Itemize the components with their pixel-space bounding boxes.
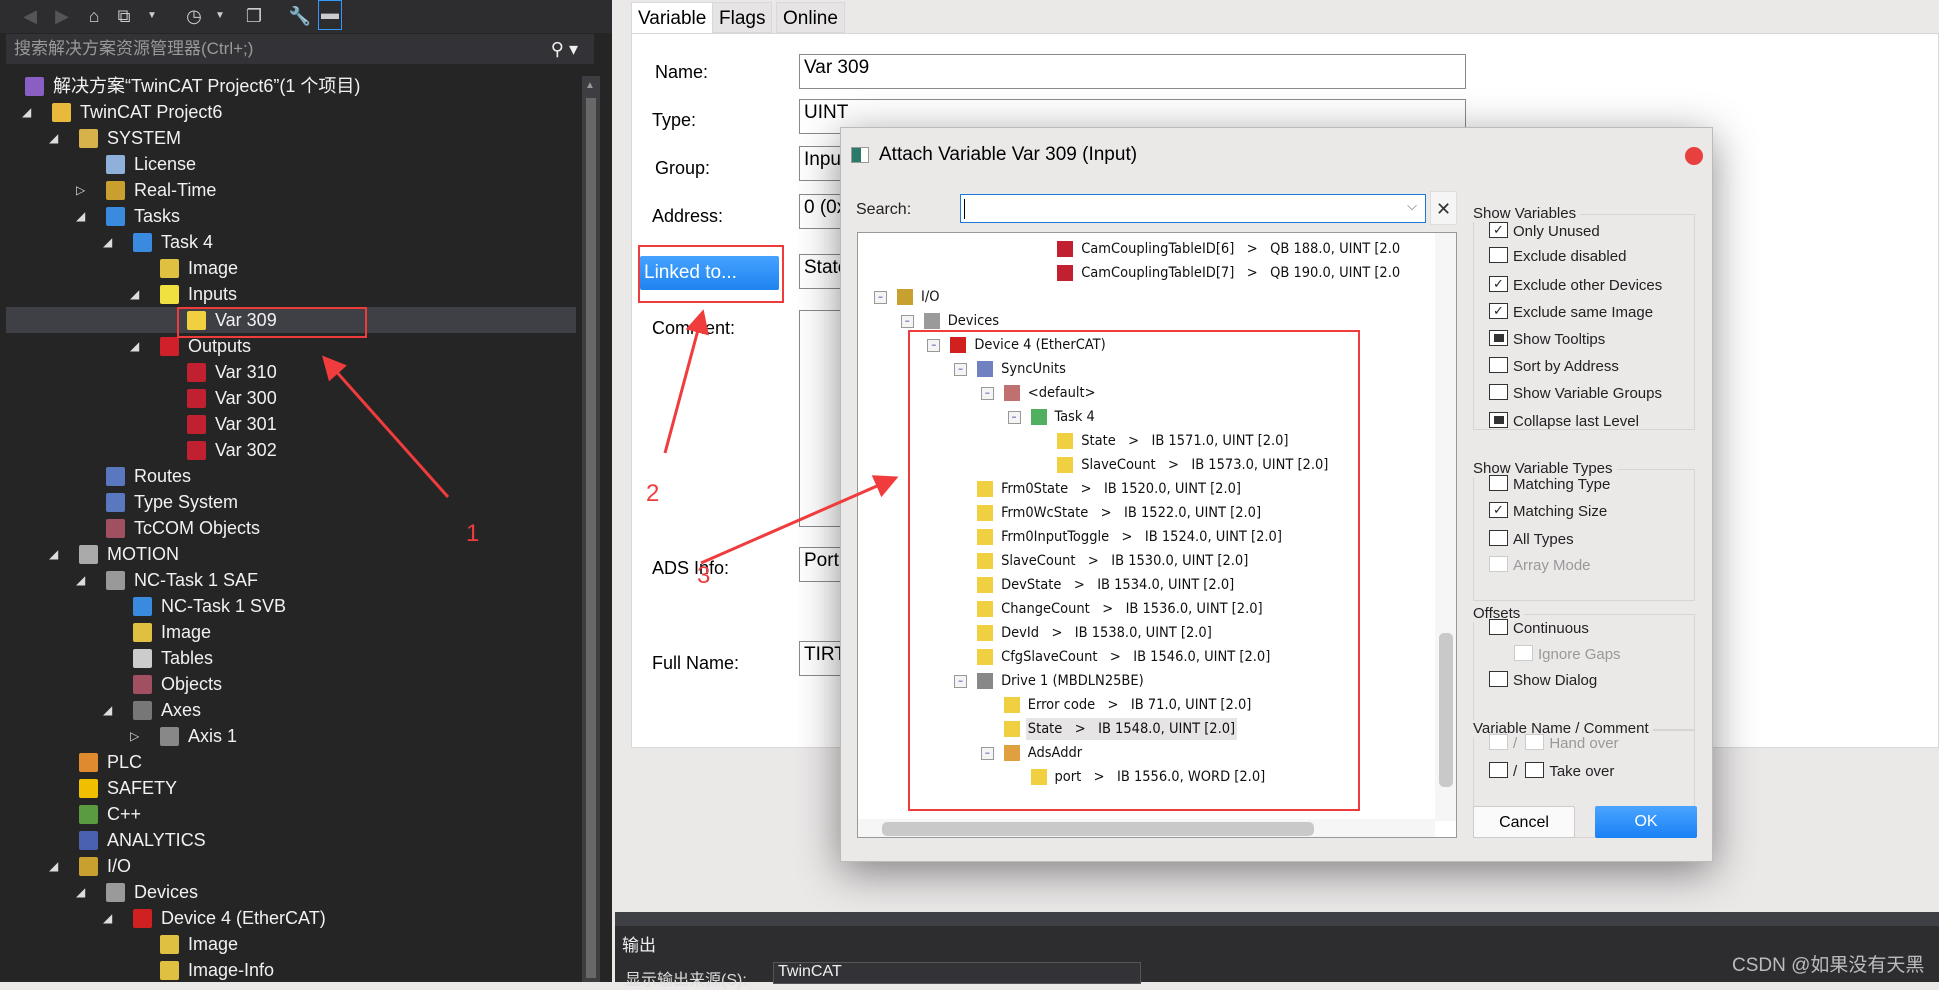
arrow-2 xyxy=(663,309,709,454)
arrow-3 xyxy=(700,475,899,565)
annotation-3: 3 xyxy=(697,562,711,589)
arrow-1 xyxy=(322,355,450,498)
annotation-arrows xyxy=(322,309,899,565)
annotation-2: 2 xyxy=(646,480,660,507)
annotation-1: 1 xyxy=(466,520,480,547)
